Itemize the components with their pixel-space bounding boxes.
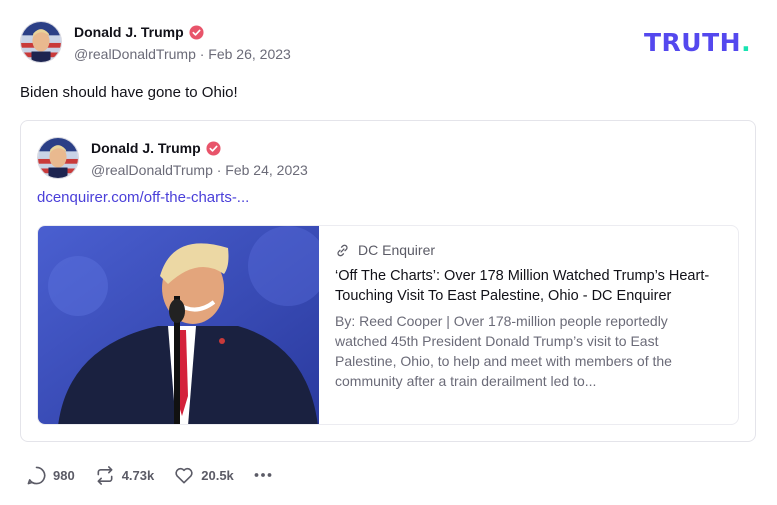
truth-logo[interactable]: TRUTH. xyxy=(644,28,751,57)
card-title[interactable]: ‘Off The Charts’: Over 178 Million Watch… xyxy=(335,266,720,306)
action-bar: 980 4.73k 20.5k xyxy=(26,463,292,487)
card-description: By: Reed Cooper | Over 178-million peopl… xyxy=(335,313,672,389)
verified-badge-icon xyxy=(206,140,221,156)
retruth-count: 4.73k xyxy=(121,467,155,483)
logo-dot: . xyxy=(741,28,752,57)
card-image xyxy=(38,226,319,424)
author-avatar[interactable] xyxy=(20,21,62,63)
post-handle-date[interactable]: @realDonaldTrump · Feb 26, 2023 xyxy=(74,46,291,62)
link-preview-card[interactable]: DC Enquirer ‘Off The Charts’: Over 178 M… xyxy=(37,225,739,425)
quoted-author-name-text[interactable]: Donald J. Trump xyxy=(91,140,201,156)
link-icon xyxy=(335,243,350,258)
author-name-text[interactable]: Donald J. Trump xyxy=(74,24,184,40)
more-options-button[interactable] xyxy=(253,465,273,485)
verified-badge-icon xyxy=(189,24,204,40)
quoted-handle-date[interactable]: @realDonaldTrump · Feb 24, 2023 xyxy=(91,162,308,178)
logo-text: TRUTH xyxy=(644,28,742,57)
post-text: Biden should have gone to Ohio! xyxy=(20,84,238,101)
retruth-button[interactable]: 4.73k xyxy=(94,465,155,486)
quoted-author-name[interactable]: Donald J. Trump xyxy=(91,140,221,156)
like-count: 20.5k xyxy=(201,467,234,483)
card-source-text: DC Enquirer xyxy=(358,242,436,258)
like-button[interactable]: 20.5k xyxy=(173,465,234,486)
more-icon xyxy=(253,465,273,485)
quoted-author-avatar[interactable] xyxy=(37,137,79,179)
card-body[interactable]: DC Enquirer ‘Off The Charts’: Over 178 M… xyxy=(335,242,720,391)
reply-button[interactable]: 980 xyxy=(26,465,75,486)
like-icon xyxy=(173,465,195,486)
card-source: DC Enquirer xyxy=(335,242,720,258)
retruth-icon xyxy=(94,465,116,486)
quoted-link[interactable]: dcenquirer.com/off-the-charts-... xyxy=(37,189,249,206)
reply-count: 980 xyxy=(53,467,75,483)
reply-icon xyxy=(26,465,47,486)
author-name[interactable]: Donald J. Trump xyxy=(74,24,204,40)
